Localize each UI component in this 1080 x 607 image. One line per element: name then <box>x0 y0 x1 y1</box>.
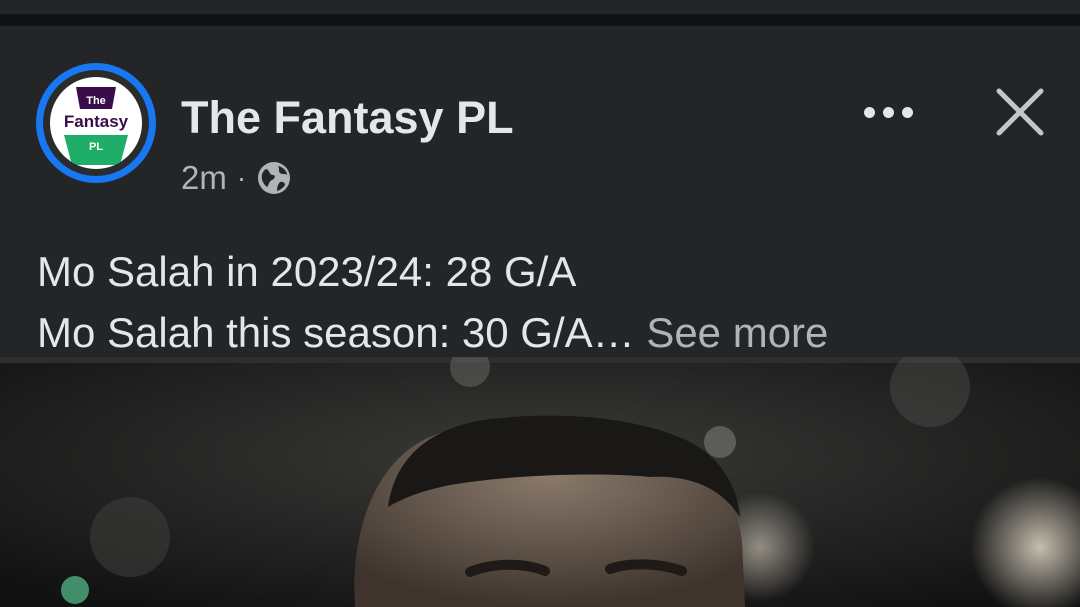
player-photo <box>0 357 1080 607</box>
post-text-line-1: Mo Salah in 2023/24: 28 G/A <box>37 248 577 295</box>
see-more-link[interactable]: See more <box>646 309 828 356</box>
post-timestamp[interactable]: 2m <box>181 159 227 197</box>
logo-graphic: The Fantasy PL <box>64 87 129 165</box>
post-header: The Fantasy PL The Fantasy PL 2m · Mo Sa… <box>0 26 1080 357</box>
globe-icon <box>258 162 291 194</box>
close-button[interactable] <box>988 82 1052 142</box>
fantasy-pl-logo: The Fantasy PL <box>50 77 142 169</box>
logo-text-fantasy: Fantasy <box>64 112 129 131</box>
post-photo[interactable] <box>0 357 1080 607</box>
more-dot <box>901 106 913 118</box>
meta-separator: · <box>236 162 247 193</box>
logo-text-the: The <box>86 95 106 107</box>
post-text: Mo Salah in 2023/24: 28 G/A Mo Salah thi… <box>37 241 1047 363</box>
more-options-button[interactable] <box>854 84 922 140</box>
post-meta: 2m · <box>181 156 292 200</box>
post-text-line-2-content: Mo Salah this season: 30 G/A… <box>37 309 635 356</box>
more-dot <box>882 106 894 118</box>
top-bar <box>0 0 1080 14</box>
feed-divider <box>0 14 1080 26</box>
more-horizontal-icon <box>863 106 875 118</box>
avatar-border: The Fantasy PL <box>43 70 149 176</box>
page-avatar[interactable]: The Fantasy PL <box>36 63 156 183</box>
logo-text-pl: PL <box>89 141 103 153</box>
post-text-line-2: Mo Salah this season: 30 G/A… See more <box>37 302 1047 363</box>
page-name[interactable]: The Fantasy PL <box>181 92 514 144</box>
close-icon <box>996 88 1044 136</box>
